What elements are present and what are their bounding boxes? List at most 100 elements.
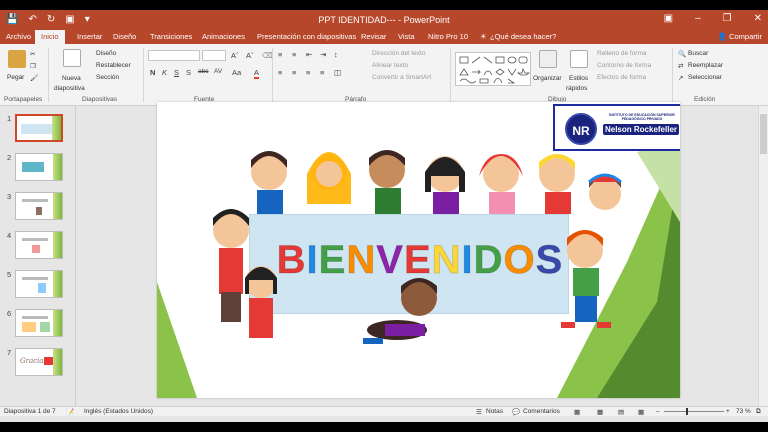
tab-file[interactable]: Archivo xyxy=(6,32,31,41)
numbering-icon[interactable]: ≡ xyxy=(292,50,296,59)
decrease-indent-icon[interactable]: ⇤ xyxy=(306,50,312,59)
maximize-icon[interactable]: ❐ xyxy=(723,13,732,25)
select-button[interactable]: Seleccionar xyxy=(688,74,722,81)
zoom-level[interactable]: 73 % xyxy=(736,408,751,415)
tab-transitions[interactable]: Transiciones xyxy=(150,32,192,41)
slide-thumbnail-6[interactable] xyxy=(15,309,63,337)
logo-badge: NR xyxy=(565,113,597,145)
new-slide-icon[interactable] xyxy=(63,49,81,67)
arrange-button[interactable]: Organizar xyxy=(533,75,562,82)
font-size-combo[interactable] xyxy=(202,50,226,61)
italic-button[interactable]: K xyxy=(162,68,167,77)
font-name-combo[interactable] xyxy=(148,50,200,61)
font-color-button[interactable]: A xyxy=(254,68,260,79)
strikethrough-button[interactable]: abc xyxy=(198,68,208,75)
shrink-font-icon[interactable]: Aˇ xyxy=(246,51,254,60)
close-icon[interactable]: ✕ xyxy=(754,13,762,25)
thumb-accent xyxy=(53,232,62,258)
heading-letter: N xyxy=(431,238,462,283)
tab-view[interactable]: Vista xyxy=(398,32,415,41)
group-separator xyxy=(48,48,49,102)
smartart-button[interactable]: Convertir a SmartArt xyxy=(372,74,431,81)
text-direction-button[interactable]: Dirección del texto xyxy=(372,50,425,57)
tab-review[interactable]: Revisar xyxy=(361,32,386,41)
arrange-icon[interactable] xyxy=(539,50,557,68)
share-button[interactable]: 👤 Compartir xyxy=(718,32,762,41)
reading-view-icon[interactable]: ▤ xyxy=(618,408,624,416)
tab-slideshow[interactable]: Presentación con diapositivas xyxy=(257,32,356,41)
layout-button[interactable]: Diseño xyxy=(96,50,116,57)
format-painter-icon[interactable]: 🖌 xyxy=(30,74,38,82)
slide-thumbnail-7[interactable]: Gracias xyxy=(15,348,63,376)
increase-indent-icon[interactable]: ⇥ xyxy=(320,50,326,59)
vertical-scrollbar[interactable] xyxy=(758,106,768,412)
slideshow-icon[interactable]: ▩ xyxy=(638,408,644,416)
align-center-icon[interactable]: ≡ xyxy=(292,68,296,77)
tab-insert[interactable]: Insertar xyxy=(77,32,102,41)
shapes-gallery[interactable] xyxy=(455,52,531,86)
zoom-out-icon[interactable]: – xyxy=(656,408,660,415)
paste-icon[interactable] xyxy=(8,50,26,68)
replace-button[interactable]: Reemplazar xyxy=(688,62,723,69)
section-button[interactable]: Sección xyxy=(96,74,119,81)
slide-thumbnail-2[interactable] xyxy=(15,153,63,181)
align-right-icon[interactable]: ≡ xyxy=(306,68,310,77)
zoom-slider[interactable] xyxy=(664,408,724,415)
group-separator xyxy=(672,48,673,102)
paste-button[interactable]: Pegar xyxy=(7,74,24,81)
justify-icon[interactable]: ≡ xyxy=(320,68,324,77)
spellcheck-icon[interactable]: 📝 xyxy=(66,408,74,416)
shape-fill-button[interactable]: Relleno de forma xyxy=(597,50,647,57)
comments-button[interactable]: Comentarios xyxy=(523,408,560,415)
slide-thumbnail-1[interactable] xyxy=(15,114,63,142)
language-indicator[interactable]: Inglés (Estados Unidos) xyxy=(84,408,153,415)
quick-styles-label[interactable]: rápidos xyxy=(566,85,587,92)
notes-button[interactable]: Notas xyxy=(486,408,503,415)
align-text-button[interactable]: Alinear texto xyxy=(372,62,408,69)
fit-slide-icon[interactable]: ⧉ xyxy=(756,408,761,416)
new-slide-button[interactable]: Nueva xyxy=(62,75,81,82)
kid-figure xyxy=(251,151,287,214)
bold-button[interactable]: N xyxy=(150,68,155,77)
change-case-button[interactable]: Aa xyxy=(232,68,241,77)
bullets-icon[interactable]: ≡ xyxy=(278,50,282,59)
quick-styles-icon[interactable] xyxy=(570,50,588,68)
shape-outline-button[interactable]: Contorno de forma xyxy=(597,62,651,69)
slide-sorter-icon[interactable]: ▦ xyxy=(597,408,603,416)
heading-letter: E xyxy=(403,238,432,283)
cut-icon[interactable]: ✂ xyxy=(30,50,35,58)
tab-home[interactable]: Inicio xyxy=(35,30,65,44)
shape-effects-button[interactable]: Efectos de forma xyxy=(597,74,646,81)
tab-design[interactable]: Diseño xyxy=(113,32,136,41)
thumb-text xyxy=(22,316,48,319)
spacing-button[interactable]: AV xyxy=(214,68,222,75)
align-left-icon[interactable]: ≡ xyxy=(278,68,282,77)
reset-button[interactable]: Restablecer xyxy=(96,62,131,69)
heading-letter: V xyxy=(376,238,404,283)
line-spacing-icon[interactable]: ↕ xyxy=(334,50,338,59)
slide-canvas[interactable]: BIENVENIDOS NR INSTITUTO DE EDUCACIÓN SU… xyxy=(157,102,680,398)
quick-styles-button[interactable]: Estilos xyxy=(569,75,588,82)
columns-icon[interactable]: ◫ xyxy=(334,68,341,77)
ribbon-options-icon[interactable]: ▣ xyxy=(664,13,673,25)
scrollbar-thumb[interactable] xyxy=(760,114,767,154)
tell-me-search[interactable]: ¿Qué desea hacer? xyxy=(490,32,556,41)
heading-letter: I xyxy=(306,238,319,283)
tab-nitro[interactable]: Nitro Pro 10 xyxy=(428,32,468,41)
tab-animations[interactable]: Animaciones xyxy=(202,32,245,41)
zoom-in-icon[interactable]: + xyxy=(726,408,730,415)
new-slide-label[interactable]: diapositiva xyxy=(54,85,85,92)
slide-thumbnail-3[interactable] xyxy=(15,192,63,220)
underline-button[interactable]: S xyxy=(174,68,179,77)
shadow-button[interactable]: S xyxy=(186,68,191,77)
slide-thumbnail-4[interactable] xyxy=(15,231,63,259)
heading-letter: S xyxy=(535,238,564,283)
zoom-slider-thumb[interactable] xyxy=(686,408,688,415)
copy-icon[interactable]: ❐ xyxy=(30,62,36,70)
slide-thumbnail-5[interactable] xyxy=(15,270,63,298)
find-button[interactable]: Buscar xyxy=(688,50,708,57)
grow-font-icon[interactable]: Aˆ xyxy=(231,51,239,60)
normal-view-icon[interactable]: ▩ xyxy=(574,408,580,416)
thumb-text xyxy=(22,277,48,280)
minimize-icon[interactable]: – xyxy=(695,13,701,25)
